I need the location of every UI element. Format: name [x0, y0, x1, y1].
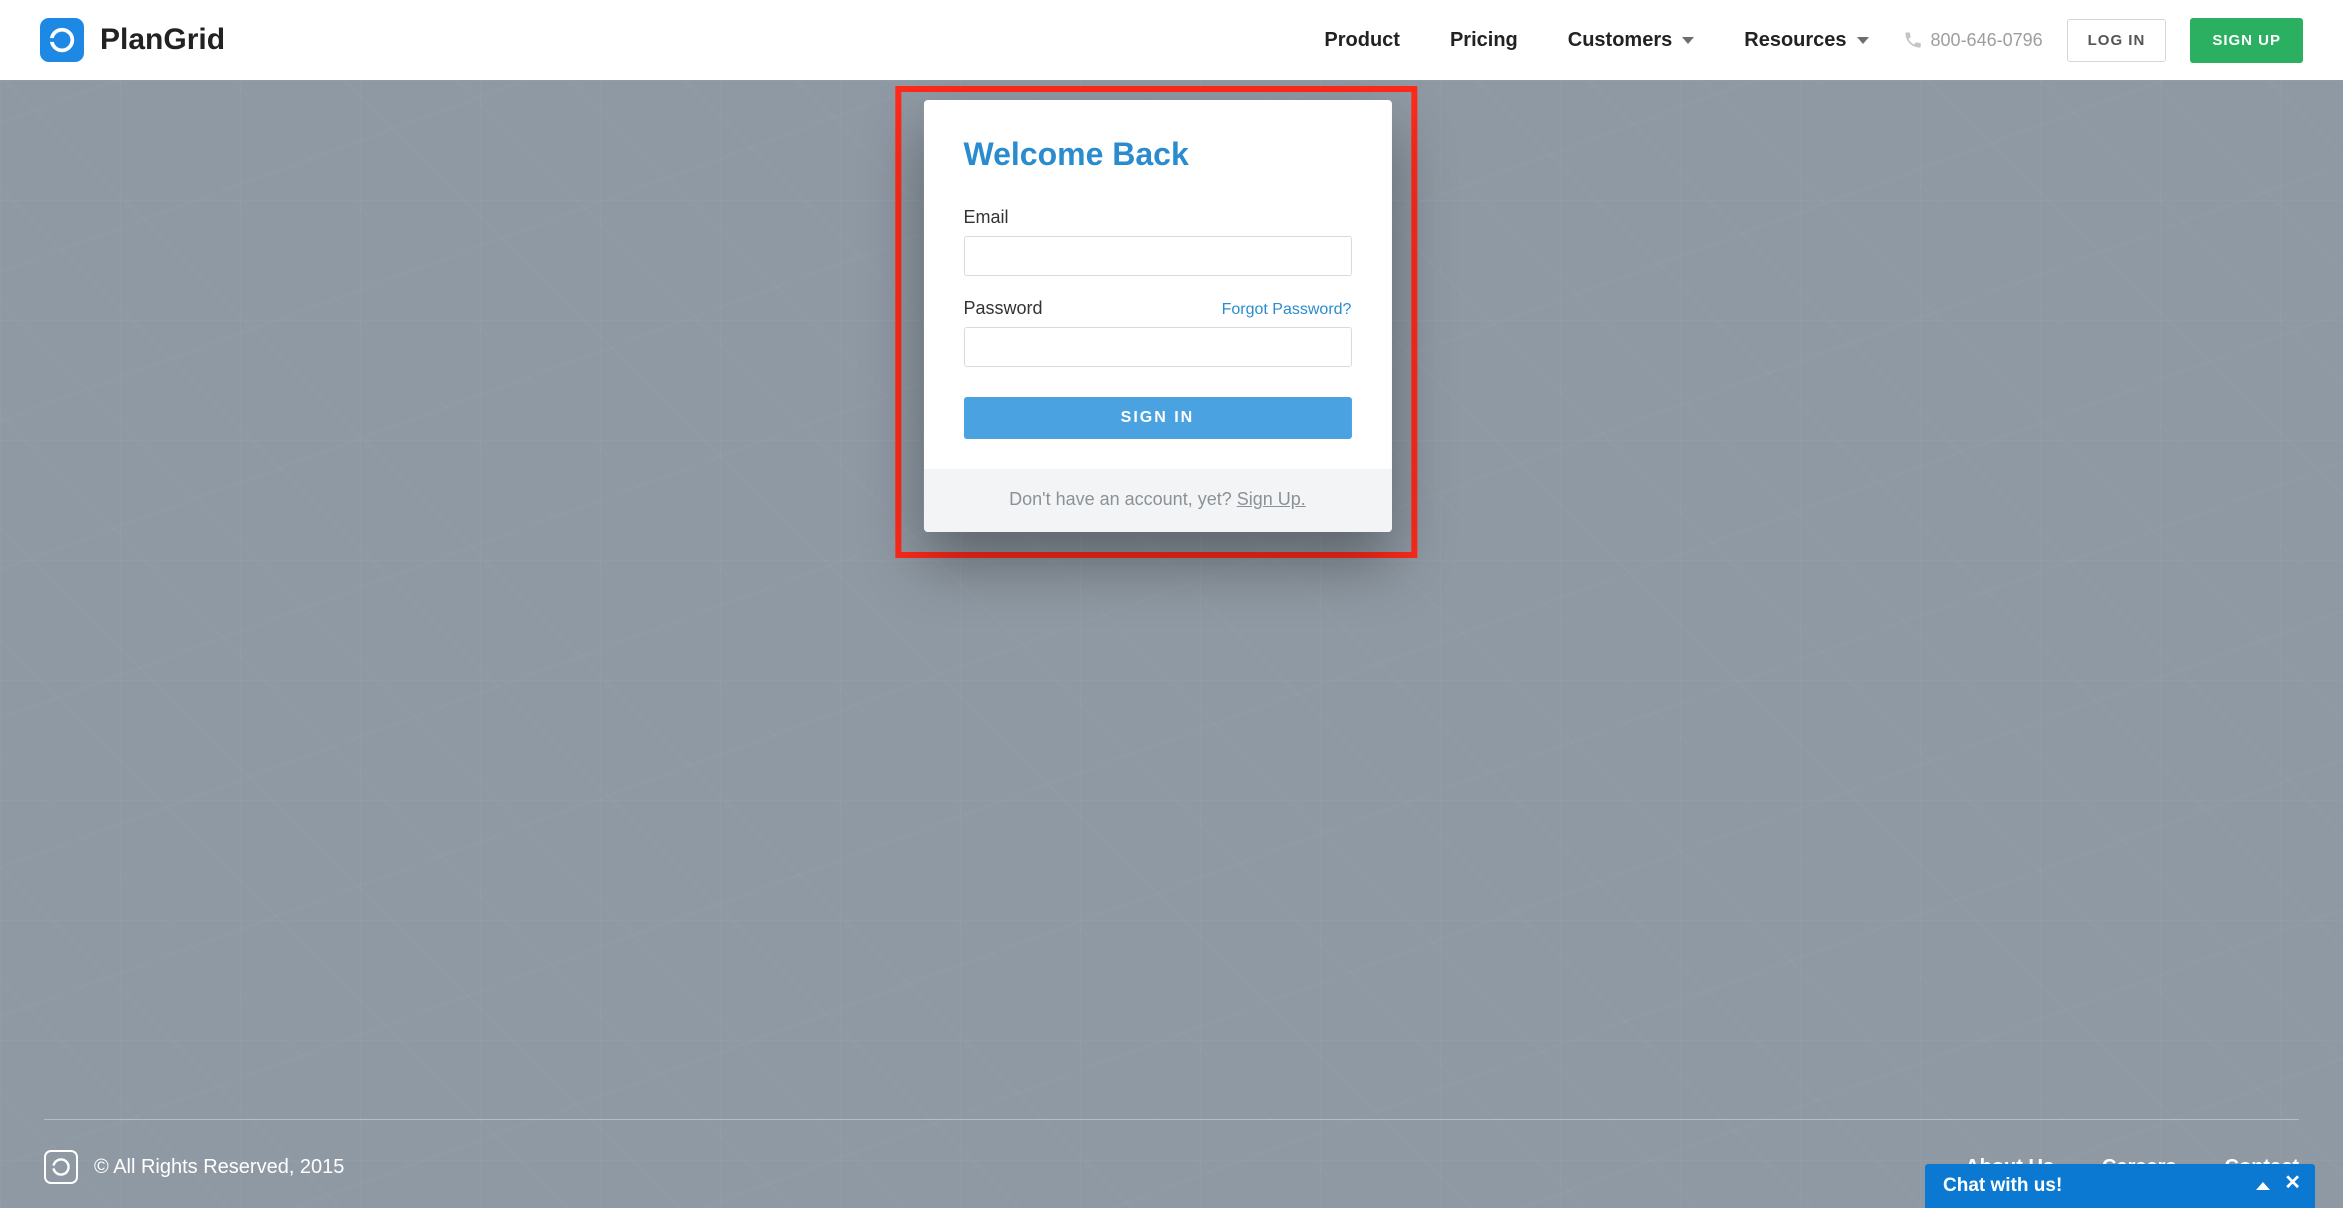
nav-customers-label: Customers [1568, 29, 1672, 52]
signup-link[interactable]: Sign Up. [1237, 489, 1306, 509]
nav-customers[interactable]: Customers [1568, 29, 1694, 52]
password-label: Password [963, 298, 1042, 319]
email-input[interactable] [963, 236, 1351, 276]
signup-button[interactable]: SIGN UP [2190, 18, 2303, 63]
phone-icon [1903, 30, 1923, 50]
no-account-text: Don't have an account, yet? [1009, 489, 1237, 509]
phone-number-text: 800-646-0796 [1931, 30, 2043, 51]
close-icon[interactable]: ✕ [2284, 1170, 2301, 1195]
forgot-password-link[interactable]: Forgot Password? [1222, 301, 1352, 319]
nav-pricing[interactable]: Pricing [1450, 29, 1518, 52]
top-header: PlanGrid Product Pricing Customers Resou… [0, 0, 2343, 80]
header-actions: 800-646-0796 LOG IN SIGN UP [1903, 18, 2303, 63]
footer-logo-icon [44, 1150, 78, 1184]
brand-logo[interactable]: PlanGrid [40, 18, 225, 62]
email-field-group: Email [963, 207, 1351, 276]
brand-logo-icon [40, 18, 84, 62]
chevron-up-icon[interactable] [2256, 1182, 2270, 1190]
signin-button[interactable]: SIGN IN [963, 397, 1351, 439]
chevron-down-icon [1857, 37, 1869, 44]
chat-title: Chat with us! [1943, 1175, 2062, 1197]
login-title: Welcome Back [963, 136, 1351, 173]
brand-name: PlanGrid [100, 23, 225, 57]
chat-widget[interactable]: Chat with us! ✕ [1925, 1164, 2315, 1208]
main-area: Welcome Back Email Password Forgot Passw… [0, 80, 2343, 1208]
main-nav: Product Pricing Customers Resources [1324, 29, 1868, 52]
password-input[interactable] [963, 327, 1351, 367]
login-card: Welcome Back Email Password Forgot Passw… [923, 100, 1391, 532]
footer-copyright: © All Rights Reserved, 2015 [94, 1156, 344, 1179]
password-field-group: Password Forgot Password? [963, 298, 1351, 367]
nav-product[interactable]: Product [1324, 29, 1400, 52]
footer-divider [44, 1119, 2299, 1120]
login-card-footer: Don't have an account, yet? Sign Up. [923, 469, 1391, 532]
phone-number[interactable]: 800-646-0796 [1903, 30, 2043, 51]
login-button[interactable]: LOG IN [2067, 19, 2167, 62]
nav-resources[interactable]: Resources [1744, 29, 1868, 52]
chevron-down-icon [1682, 37, 1694, 44]
nav-resources-label: Resources [1744, 29, 1846, 52]
email-label: Email [963, 207, 1008, 228]
